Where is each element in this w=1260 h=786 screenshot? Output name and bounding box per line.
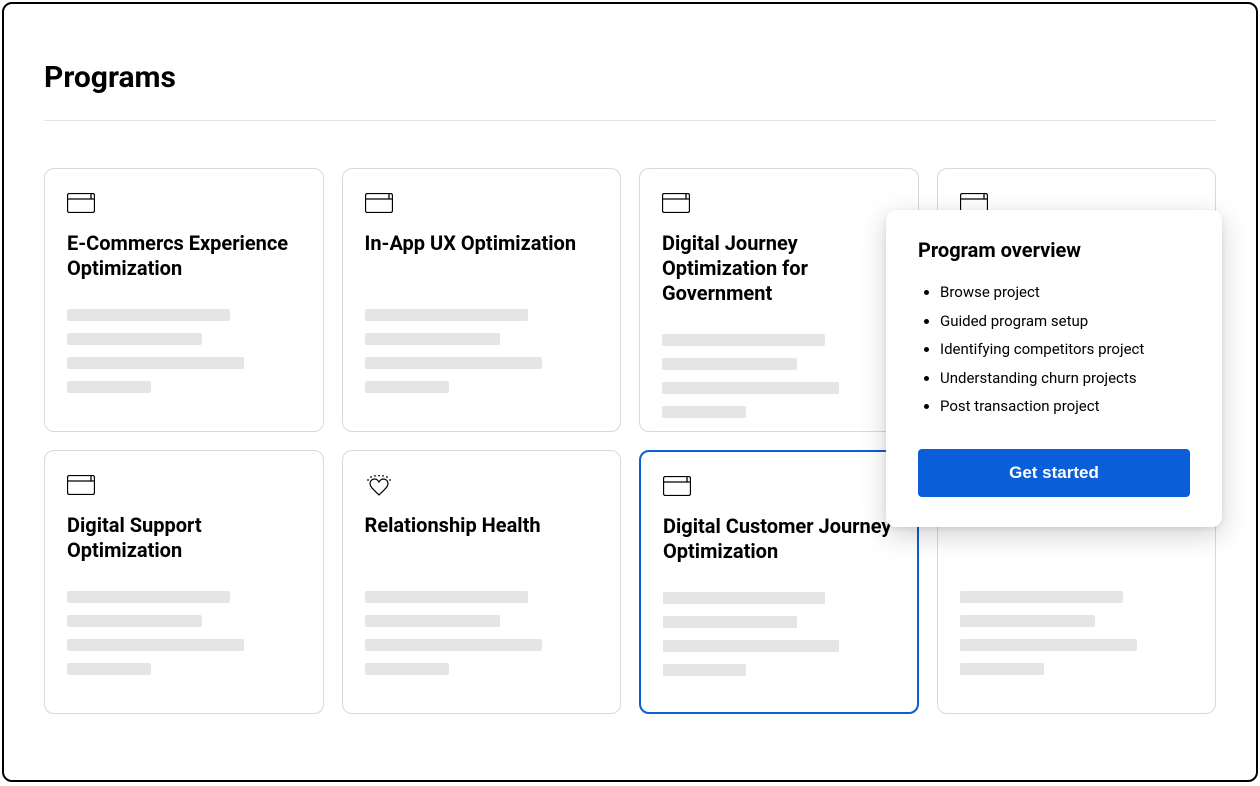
program-card-title: In-App UX Optimization xyxy=(365,231,599,281)
program-card-digital-customer-journey[interactable]: Digital Customer Journey Optimization xyxy=(639,450,919,714)
window-icon xyxy=(67,475,95,495)
program-card-title: Digital Support Optimization xyxy=(67,513,301,563)
skeleton-placeholder xyxy=(662,334,896,418)
program-card-digital-support[interactable]: Digital Support Optimization xyxy=(44,450,324,714)
program-card-title: Digital Customer Journey Optimization xyxy=(663,514,895,564)
page-title: Programs xyxy=(44,60,176,95)
popover-item: Identifying competitors project xyxy=(940,335,1190,364)
program-card-ecommerce[interactable]: E-Commercs Experience Optimization xyxy=(44,168,324,432)
popover-item: Guided program setup xyxy=(940,307,1190,336)
window-icon xyxy=(67,193,95,213)
program-card-title: Digital Journey Optimization for Governm… xyxy=(662,231,896,306)
popover-item: Post transaction project xyxy=(940,392,1190,421)
program-card-title: E-Commercs Experience Optimization xyxy=(67,231,301,281)
popover-item: Browse project xyxy=(940,278,1190,307)
window-icon xyxy=(365,193,393,213)
skeleton-placeholder xyxy=(365,309,599,393)
skeleton-placeholder xyxy=(365,591,599,675)
skeleton-placeholder xyxy=(67,309,301,393)
program-card-inapp-ux[interactable]: In-App UX Optimization xyxy=(342,168,622,432)
popover-item: Understanding churn projects xyxy=(940,364,1190,393)
skeleton-placeholder xyxy=(663,592,895,676)
get-started-button[interactable]: Get started xyxy=(918,449,1190,497)
program-card-relationship-health[interactable]: Relationship Health xyxy=(342,450,622,714)
skeleton-placeholder xyxy=(960,591,1194,675)
popover-title: Program overview xyxy=(918,238,1190,262)
skeleton-placeholder xyxy=(67,591,301,675)
program-overview-popover: Program overview Browse project Guided p… xyxy=(886,210,1222,527)
program-card-title: Relationship Health xyxy=(365,513,599,563)
program-card-government[interactable]: Digital Journey Optimization for Governm… xyxy=(639,168,919,432)
app-frame: Programs E-Commercs Experience Optimizat… xyxy=(2,2,1258,782)
window-icon xyxy=(663,476,691,496)
popover-list: Browse project Guided program setup Iden… xyxy=(918,278,1190,421)
heart-icon xyxy=(365,475,393,495)
title-divider xyxy=(44,120,1216,121)
window-icon xyxy=(662,193,690,213)
